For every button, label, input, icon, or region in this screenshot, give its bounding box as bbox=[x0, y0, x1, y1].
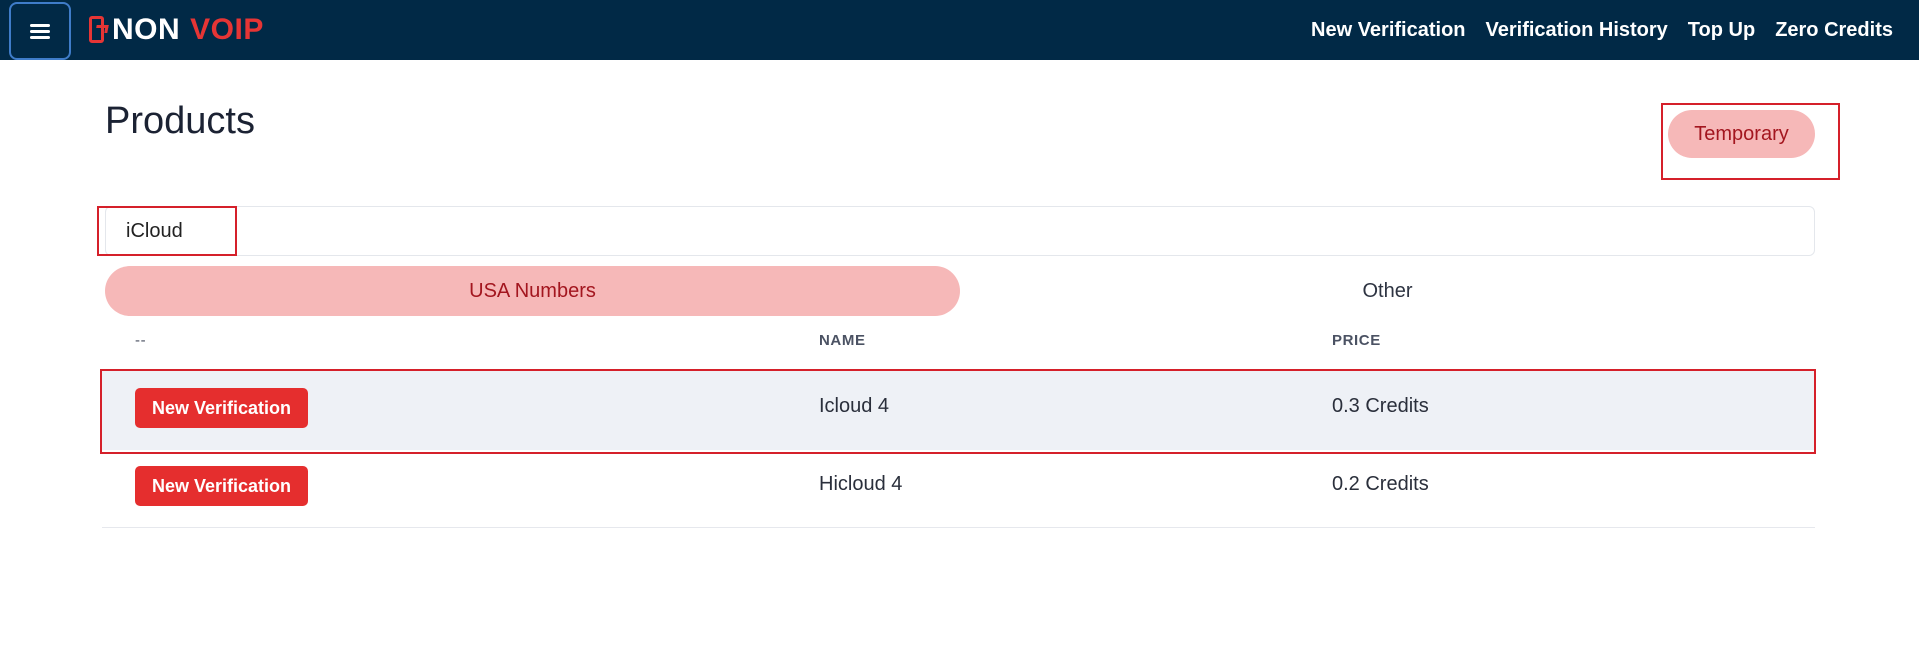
table-row: New Verification Icloud 4 0.3 Credits bbox=[102, 370, 1815, 450]
column-header-price: PRICE bbox=[1332, 332, 1381, 349]
top-navbar: NON VOIP New Verification Verification H… bbox=[0, 0, 1919, 60]
tab-other[interactable]: Other bbox=[960, 266, 1815, 316]
brand-name-part1: NON bbox=[112, 13, 181, 46]
column-header-name: NAME bbox=[819, 332, 866, 349]
table-row: New Verification Hicloud 4 0.2 Credits bbox=[102, 448, 1815, 528]
brand-logo[interactable]: NON VOIP bbox=[88, 13, 264, 47]
product-price: 0.3 Credits bbox=[1332, 395, 1429, 417]
new-verification-button[interactable]: New Verification bbox=[135, 466, 308, 506]
nav-new-verification[interactable]: New Verification bbox=[1311, 19, 1466, 42]
hamburger-icon bbox=[30, 21, 50, 42]
tab-usa-numbers[interactable]: USA Numbers bbox=[105, 266, 960, 316]
temporary-toggle-button[interactable]: Temporary bbox=[1668, 110, 1815, 158]
new-verification-button[interactable]: New Verification bbox=[135, 388, 308, 428]
phone-logo-icon bbox=[88, 15, 110, 45]
search-input[interactable] bbox=[126, 207, 1726, 255]
product-name: Icloud 4 bbox=[819, 395, 890, 417]
column-header-action: -- bbox=[135, 332, 147, 349]
nav-verification-history[interactable]: Verification History bbox=[1486, 19, 1668, 42]
page-title: Products bbox=[105, 100, 255, 142]
product-name: Hicloud 4 bbox=[819, 473, 903, 495]
search-box bbox=[105, 206, 1815, 256]
nav-top-up[interactable]: Top Up bbox=[1688, 19, 1755, 42]
nav-zero-credits[interactable]: Zero Credits bbox=[1775, 19, 1893, 42]
menu-toggle-button[interactable] bbox=[9, 2, 71, 60]
brand-name-part2: VOIP bbox=[190, 13, 264, 46]
product-price: 0.2 Credits bbox=[1332, 473, 1429, 495]
nav-links: New Verification Verification History To… bbox=[1291, 0, 1893, 60]
